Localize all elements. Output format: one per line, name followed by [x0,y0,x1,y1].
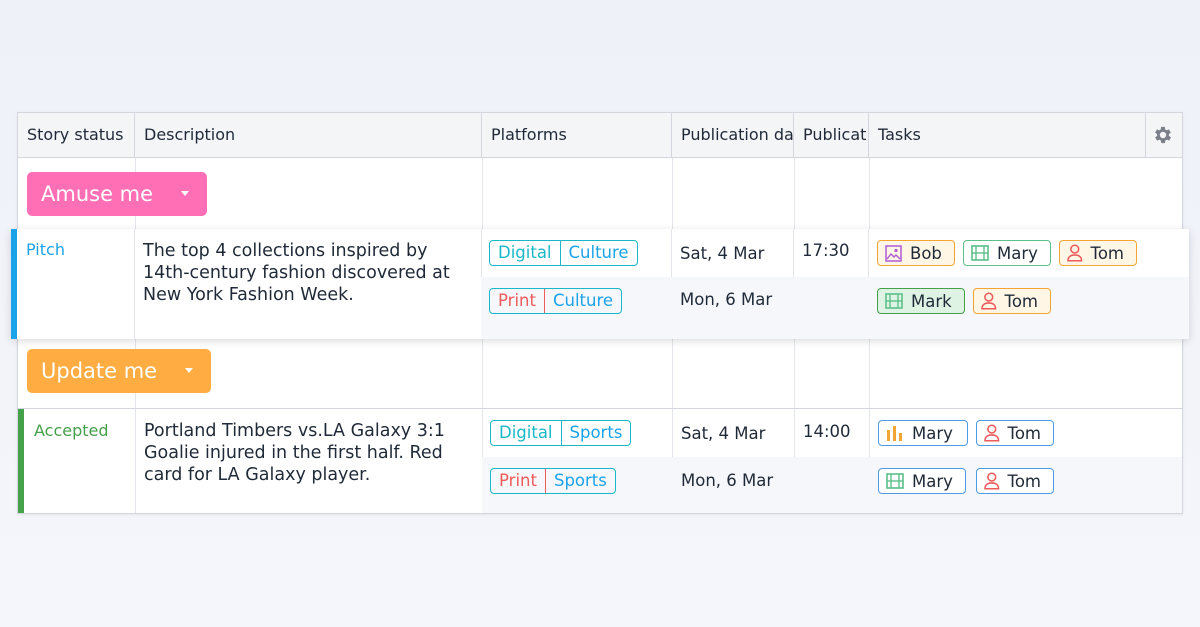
person-icon [984,472,1000,490]
story-row-accepted[interactable]: Accepted Portland Timbers vs.LA Galaxy 3… [18,409,1182,513]
task-assignee: Mary [997,243,1038,263]
group-label: Amuse me [41,182,154,206]
story-status[interactable]: Accepted [34,421,109,440]
person-icon [984,424,1000,442]
task-assignee: Tom [1004,291,1038,311]
category-label: Sports [553,471,607,490]
bar-chart-icon [887,426,902,441]
task-assignee: Mary [912,423,953,443]
column-header-publication-date[interactable]: Publication da [672,113,794,157]
story-description[interactable]: Portland Timbers vs.LA Galaxy 3:1 Goalie… [144,420,478,486]
group-button-update-me[interactable]: Update me [27,349,211,393]
publication-time[interactable]: 14:00 [803,422,851,441]
platform-tag-digital-sports[interactable]: Digital Sports [490,420,632,446]
task-chip-tom[interactable]: Tom [1059,240,1137,266]
status-accent-bar [18,409,24,513]
table-header: Story status Description Platforms Publi… [18,113,1182,158]
task-chip-mary[interactable]: Mary [878,468,966,494]
gear-icon[interactable] [1152,124,1174,146]
task-chip-mark[interactable]: Mark [877,288,965,314]
task-chip-mary[interactable]: Mary [963,240,1051,266]
column-header-platforms[interactable]: Platforms [482,113,672,157]
film-icon [971,245,989,261]
publication-date[interactable]: Mon, 6 Mar [680,290,772,309]
group-label: Update me [41,359,158,383]
column-header-tasks[interactable]: Tasks [869,113,1146,157]
group-button-amuse-me[interactable]: Amuse me [27,172,207,216]
caret-down-icon [181,191,189,196]
task-chip-tom[interactable]: Tom [976,420,1054,446]
task-chip-bob[interactable]: Bob [877,240,955,266]
task-assignee: Tom [1090,243,1124,263]
image-icon [885,244,902,262]
task-assignee: Mary [912,471,953,491]
publication-time[interactable]: 17:30 [802,241,850,260]
column-header-story-status[interactable]: Story status [18,113,135,157]
category-label: Sports [569,423,623,442]
column-divider [134,229,135,339]
task-assignee: Bob [910,243,942,263]
film-icon [886,473,904,489]
person-icon [1067,244,1083,262]
column-header-publication-time[interactable]: Publicat [794,113,869,157]
status-accent-bar [11,229,17,339]
column-header-description[interactable]: Description [135,113,482,157]
category-label: Culture [568,243,629,262]
publication-date[interactable]: Mon, 6 Mar [681,471,773,490]
platform-label: Digital [499,423,553,442]
column-divider [135,409,136,513]
person-icon [981,292,997,310]
platform-tag-print-sports[interactable]: Print Sports [490,468,616,494]
platform-tag-digital-culture[interactable]: Digital Culture [489,240,638,266]
platform-label: Print [491,469,546,493]
task-assignee: Tom [1007,423,1041,443]
task-chip-mary[interactable]: Mary [878,420,968,446]
platform-label: Digital [498,243,552,262]
group-row-amuse-me: Amuse me [18,158,1182,229]
publication-date[interactable]: Sat, 4 Mar [680,244,764,263]
story-description[interactable]: The top 4 collections inspired by 14th-c… [143,240,479,306]
task-chip-tom[interactable]: Tom [976,468,1054,494]
platform-label: Print [490,289,545,313]
film-icon [885,293,903,309]
story-status[interactable]: Pitch [26,240,65,259]
task-chip-tom[interactable]: Tom [973,288,1051,314]
platform-tag-print-culture[interactable]: Print Culture [489,288,623,314]
group-row-update-me: Update me [18,339,1182,409]
task-assignee: Tom [1007,471,1041,491]
publication-date[interactable]: Sat, 4 Mar [681,424,765,443]
category-label: Culture [552,291,614,310]
caret-down-icon [185,368,193,373]
task-assignee: Mark [911,291,952,311]
story-row-pitch[interactable]: Pitch The top 4 collections inspired by … [11,229,1189,339]
